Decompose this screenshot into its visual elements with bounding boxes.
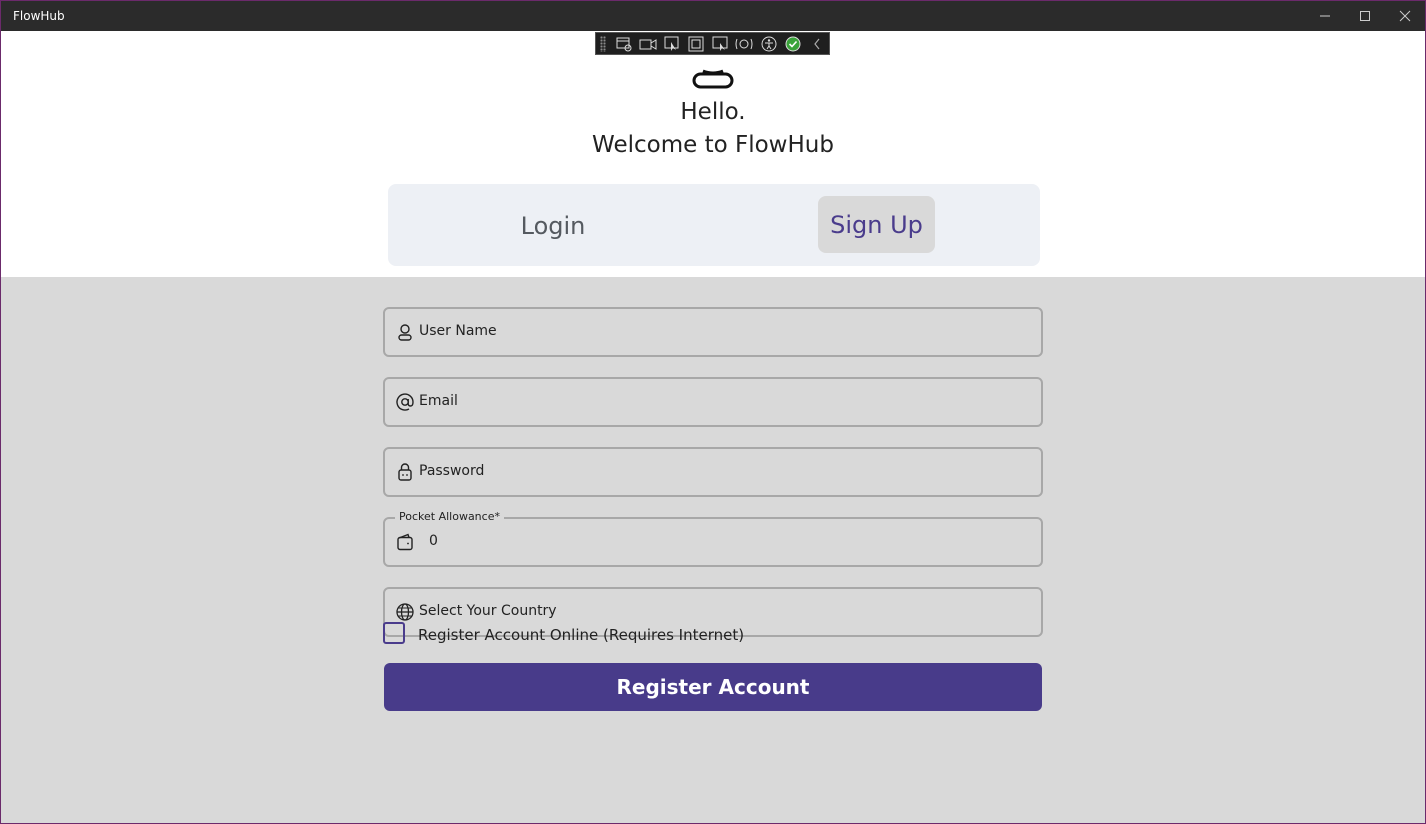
greeting-text: Hello. — [680, 99, 746, 125]
app-window: FlowHub Hello. Welcome to FlowHub Login … — [1, 1, 1425, 823]
title-bar: FlowHub — [1, 1, 1425, 31]
password-placeholder: Password — [419, 463, 485, 479]
auth-tabs: Login Sign Up — [388, 184, 1040, 266]
pocket-allowance-value: 0 — [429, 533, 438, 549]
record-button[interactable] — [636, 33, 660, 55]
register-online-checkbox[interactable] — [383, 622, 405, 644]
select-element-button[interactable] — [660, 33, 684, 55]
layout-adorner-icon — [688, 36, 704, 51]
logo-icon — [692, 69, 734, 89]
chevron-left-icon — [814, 38, 820, 49]
debug-toolbar — [595, 32, 830, 55]
wallet-icon — [397, 533, 413, 551]
header-area: Hello. Welcome to FlowHub Login Sign Up — [1, 31, 1425, 277]
at-icon — [396, 393, 414, 411]
maximize-icon — [1360, 11, 1370, 21]
pocket-allowance-label: Pocket Allowance* — [395, 510, 504, 523]
lock-icon — [398, 463, 412, 481]
globe-icon — [396, 603, 414, 621]
pocket-allowance-field[interactable]: Pocket Allowance* 0 — [383, 510, 1043, 567]
register-account-button[interactable]: Register Account — [384, 663, 1042, 711]
accessibility-button[interactable] — [757, 33, 781, 55]
track-focus-icon — [712, 36, 728, 51]
user-icon — [398, 324, 412, 341]
tab-login[interactable]: Login — [508, 198, 598, 254]
minimize-icon — [1320, 15, 1330, 17]
username-placeholder: User Name — [419, 323, 497, 339]
hot-reload-button[interactable] — [732, 33, 756, 55]
minimize-button[interactable] — [1305, 1, 1345, 31]
collapse-toolbar-button[interactable] — [805, 33, 829, 55]
no-issues-button[interactable] — [781, 33, 805, 55]
maximize-button[interactable] — [1345, 1, 1385, 31]
select-element-icon — [664, 36, 679, 51]
toolbar-grip-icon[interactable] — [600, 35, 606, 52]
close-icon — [1399, 10, 1411, 22]
display-layout-button[interactable] — [684, 33, 708, 55]
email-placeholder: Email — [419, 393, 458, 409]
welcome-text: Welcome to FlowHub — [592, 132, 834, 158]
track-focus-button[interactable] — [708, 33, 732, 55]
video-icon — [639, 38, 657, 50]
live-tree-button[interactable] — [612, 33, 636, 55]
password-field[interactable]: Password — [383, 447, 1043, 497]
country-placeholder: Select Your Country — [419, 603, 557, 619]
hot-reload-icon — [735, 38, 753, 49]
register-online-label[interactable]: Register Account Online (Requires Intern… — [418, 626, 744, 644]
accessibility-icon — [761, 36, 777, 51]
email-field[interactable]: Email — [383, 377, 1043, 427]
window-title: FlowHub — [13, 9, 65, 23]
tab-signup[interactable]: Sign Up — [818, 196, 935, 253]
username-field[interactable]: User Name — [383, 307, 1043, 357]
live-tree-icon — [616, 37, 632, 51]
close-button[interactable] — [1385, 1, 1425, 31]
check-circle-icon — [785, 36, 801, 51]
